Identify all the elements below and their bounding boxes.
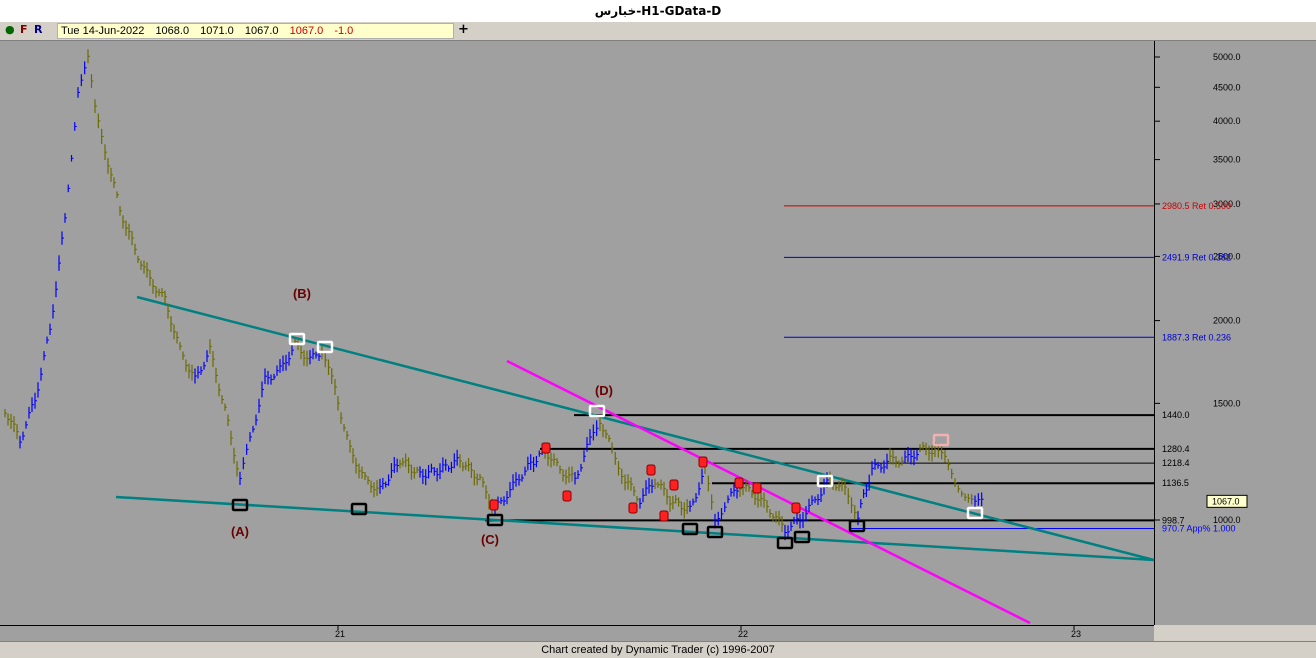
- pivot-marker: [489, 499, 499, 511]
- magenta-trendline: [506, 359, 1031, 625]
- current-price-label: 1067.0: [1212, 496, 1240, 506]
- footer: Chart created by Dynamic Trader (c) 1996…: [0, 641, 1316, 658]
- pivot-box: [793, 530, 811, 544]
- pivot-marker: [669, 479, 679, 491]
- y-tick-label: 4000.0: [1213, 116, 1241, 126]
- chart-svg: 5000.04500.04000.03500.03000.02500.02000…: [4, 49, 1248, 639]
- pivot-marker: [734, 477, 744, 489]
- y-tick-label: 2000.0: [1213, 316, 1241, 326]
- y-tick-label: 3500.0: [1213, 155, 1241, 165]
- retracement-label: 2980.5 Ret 0.500: [1162, 201, 1231, 211]
- level-label: 970.7 App% 1.000: [1162, 524, 1236, 534]
- footer-credit: Chart created by Dynamic Trader (c) 1996…: [541, 644, 775, 656]
- wave-label: (D): [595, 383, 613, 398]
- level-label: 1440.0: [1162, 410, 1190, 420]
- retracement-label: 1887.3 Ret 0.236: [1162, 332, 1231, 342]
- pivot-marker: [646, 464, 656, 476]
- x-tick-label: 21: [335, 629, 345, 639]
- y-tick-label: 4500.0: [1213, 82, 1241, 92]
- wave-label: (A): [231, 524, 249, 539]
- pivot-marker: [562, 490, 572, 502]
- pivot-marker: [752, 482, 762, 494]
- pivot-marker: [659, 510, 669, 522]
- pivot-box: [932, 433, 950, 447]
- wave-label: (B): [293, 286, 311, 301]
- retracement-label: 2491.9 Ret 0.382: [1162, 252, 1231, 262]
- level-label: 1136.5: [1162, 478, 1189, 488]
- pivot-marker: [541, 442, 551, 454]
- pivot-marker: [698, 456, 708, 468]
- wave-label: (C): [481, 532, 499, 547]
- y-tick-label: 5000.0: [1213, 52, 1241, 62]
- pivot-box: [848, 519, 866, 533]
- x-tick-label: 23: [1071, 629, 1081, 639]
- pivot-marker: [628, 502, 638, 514]
- level-label: 1280.4: [1162, 444, 1190, 454]
- pivot-marker: [791, 502, 801, 514]
- y-tick-label: 1500.0: [1213, 398, 1241, 408]
- level-label: 1218.4: [1162, 458, 1190, 468]
- x-tick-label: 22: [738, 629, 748, 639]
